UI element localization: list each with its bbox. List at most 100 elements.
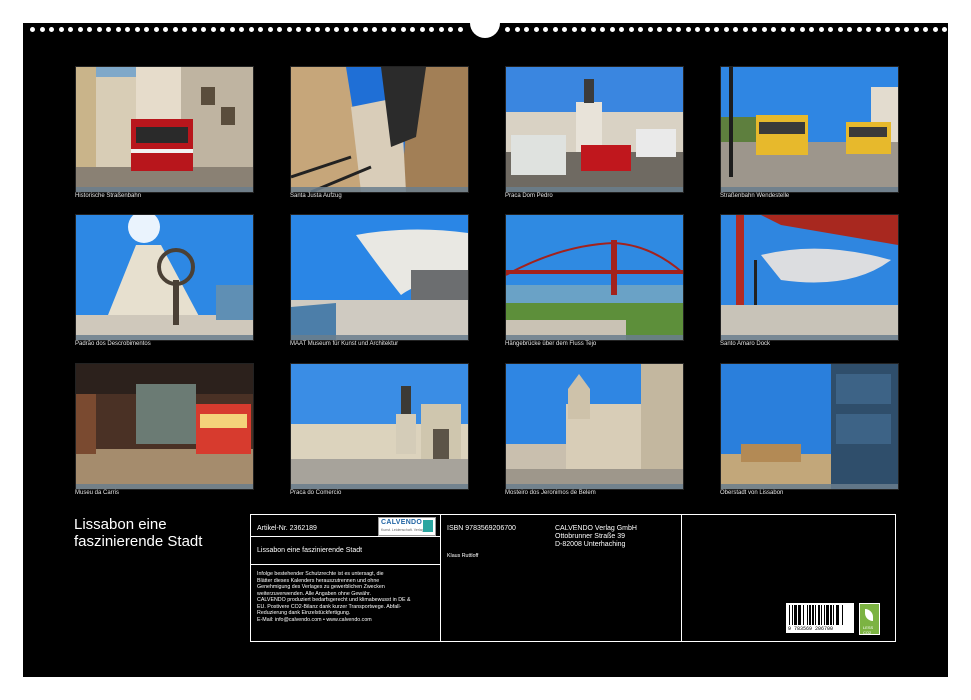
photo-museu-da-carris	[75, 363, 254, 490]
photo-praca-do-comercio	[290, 363, 469, 490]
binding-hole	[638, 27, 643, 32]
binding-hole	[714, 27, 719, 32]
leaf-icon	[865, 609, 873, 621]
binding-hole	[96, 27, 102, 32]
binding-hole	[153, 27, 159, 32]
binding-hole	[628, 27, 634, 32]
logo-text: CALVENDO	[381, 519, 423, 526]
barcode-bar	[807, 605, 809, 625]
photo-caption: Oberstadt von Lissabon	[720, 490, 784, 496]
binding-hole	[448, 27, 453, 32]
photo-strassenbahn-wendestelle	[720, 66, 899, 193]
binding-hole	[771, 27, 776, 32]
monastery-image	[506, 364, 683, 489]
binding-hole	[201, 27, 206, 32]
photo-caption: Hängebrücke über dem Fluss Tejo	[505, 341, 597, 347]
legal-line: Genehmigung des Verlages zu gewerblichen…	[257, 584, 385, 590]
calendar-title: Lissabon eine faszinierende Stadt	[74, 516, 202, 550]
binding-hole	[932, 27, 938, 32]
binding-hole	[400, 27, 406, 32]
binding-hole	[30, 27, 35, 32]
legal-line: Infolge bestehender Schutzrechte ist es …	[257, 571, 384, 577]
binding-hole	[172, 27, 178, 32]
photo-caption: Museu da Carris	[75, 490, 120, 496]
binding-hole	[885, 27, 890, 32]
photo-mosteiro-jeronimos	[505, 363, 684, 490]
tram-street-image	[76, 67, 253, 192]
binding-hole	[647, 27, 653, 32]
binding-hole	[372, 27, 377, 32]
binding-hole	[723, 27, 729, 32]
binding-hole	[543, 27, 548, 32]
binding-hole	[239, 27, 244, 32]
publisher-info-box: Artikel-Nr. 2362189 CALVENDO Kunst. Leid…	[250, 514, 896, 642]
binding-hole	[410, 27, 415, 32]
photo-caption-strip	[291, 335, 468, 340]
legal-line: weiterzuverwenden. Alle Angaben ohne Gew…	[257, 590, 371, 597]
binding-hole	[799, 27, 805, 32]
photo-caption-strip	[76, 187, 253, 192]
eco-label-text: LESS CO2	[863, 625, 874, 635]
binding-hole	[676, 27, 681, 32]
photo-caption-strip	[506, 187, 683, 192]
binding-hole	[134, 27, 140, 32]
binding-hole	[115, 27, 121, 32]
barcode-bar	[829, 605, 832, 625]
bridge-image	[506, 215, 683, 340]
binding-hole	[144, 27, 149, 32]
photo-caption-strip	[721, 187, 898, 192]
barcode-bar	[826, 605, 830, 625]
old-town-elevator-image	[721, 364, 898, 489]
barcode-bar	[818, 605, 821, 625]
photo-praca-dom-pedro	[505, 66, 684, 193]
binding-hole	[809, 27, 814, 32]
binding-hole	[790, 27, 795, 32]
binding-hole	[87, 27, 92, 32]
photo-caption-strip	[76, 335, 253, 340]
binding-hole	[391, 27, 396, 32]
photo-caption-strip	[721, 484, 898, 489]
photo-caption: Historische Straßenbahn	[75, 193, 142, 199]
binding-hole	[866, 27, 871, 32]
binding-hole	[343, 27, 349, 32]
dock-canopy-image	[721, 215, 898, 340]
author: Klaus Ruttloff	[447, 553, 479, 559]
barcode-bar	[793, 605, 797, 625]
binding-hole	[267, 27, 273, 32]
barcode-bar	[797, 605, 800, 625]
photo-caption-strip	[721, 335, 898, 340]
binding-hole	[362, 27, 368, 32]
square-statue-image	[506, 67, 683, 192]
barcode-bar	[800, 605, 802, 625]
photo-caption-strip	[76, 484, 253, 489]
binding-hole	[248, 27, 254, 32]
binding-hole	[752, 27, 757, 32]
binding-hole	[505, 27, 510, 32]
binding-hole	[581, 27, 586, 32]
binding-hole	[68, 27, 73, 32]
photo-caption: MAAT Museum für Kunst und Architektur	[290, 341, 399, 347]
museum-building-image	[291, 215, 468, 340]
binding-hole	[229, 27, 235, 32]
barcode-bar	[789, 605, 790, 625]
photo-caption: Praca do Comercio	[290, 490, 342, 496]
publisher-street: Ottobrunner Straße 39	[555, 533, 626, 540]
barcode-number: 9 783569 206700	[788, 626, 834, 632]
binding-hole	[286, 27, 292, 32]
binding-hole	[210, 27, 216, 32]
binding-hole	[552, 27, 558, 32]
divider	[251, 536, 440, 537]
publisher-name: CALVENDO Verlag GmbH	[555, 525, 637, 532]
calendar-title-line: Lissabon eine	[74, 516, 167, 533]
article-number: Artikel-Nr. 2362189	[257, 525, 317, 532]
spiral-binding-holes	[30, 27, 947, 35]
calvendo-logo: CALVENDO Kunst. Leidenschaft. Verlag	[378, 517, 436, 536]
binding-hole	[182, 27, 187, 32]
binding-hole	[923, 27, 928, 32]
barcode-bar	[842, 605, 844, 625]
binding-hole	[457, 27, 463, 32]
photo-santo-amaro-dock	[720, 214, 899, 341]
binding-hole	[571, 27, 577, 32]
binding-hole	[533, 27, 539, 32]
binding-hole	[942, 27, 947, 32]
